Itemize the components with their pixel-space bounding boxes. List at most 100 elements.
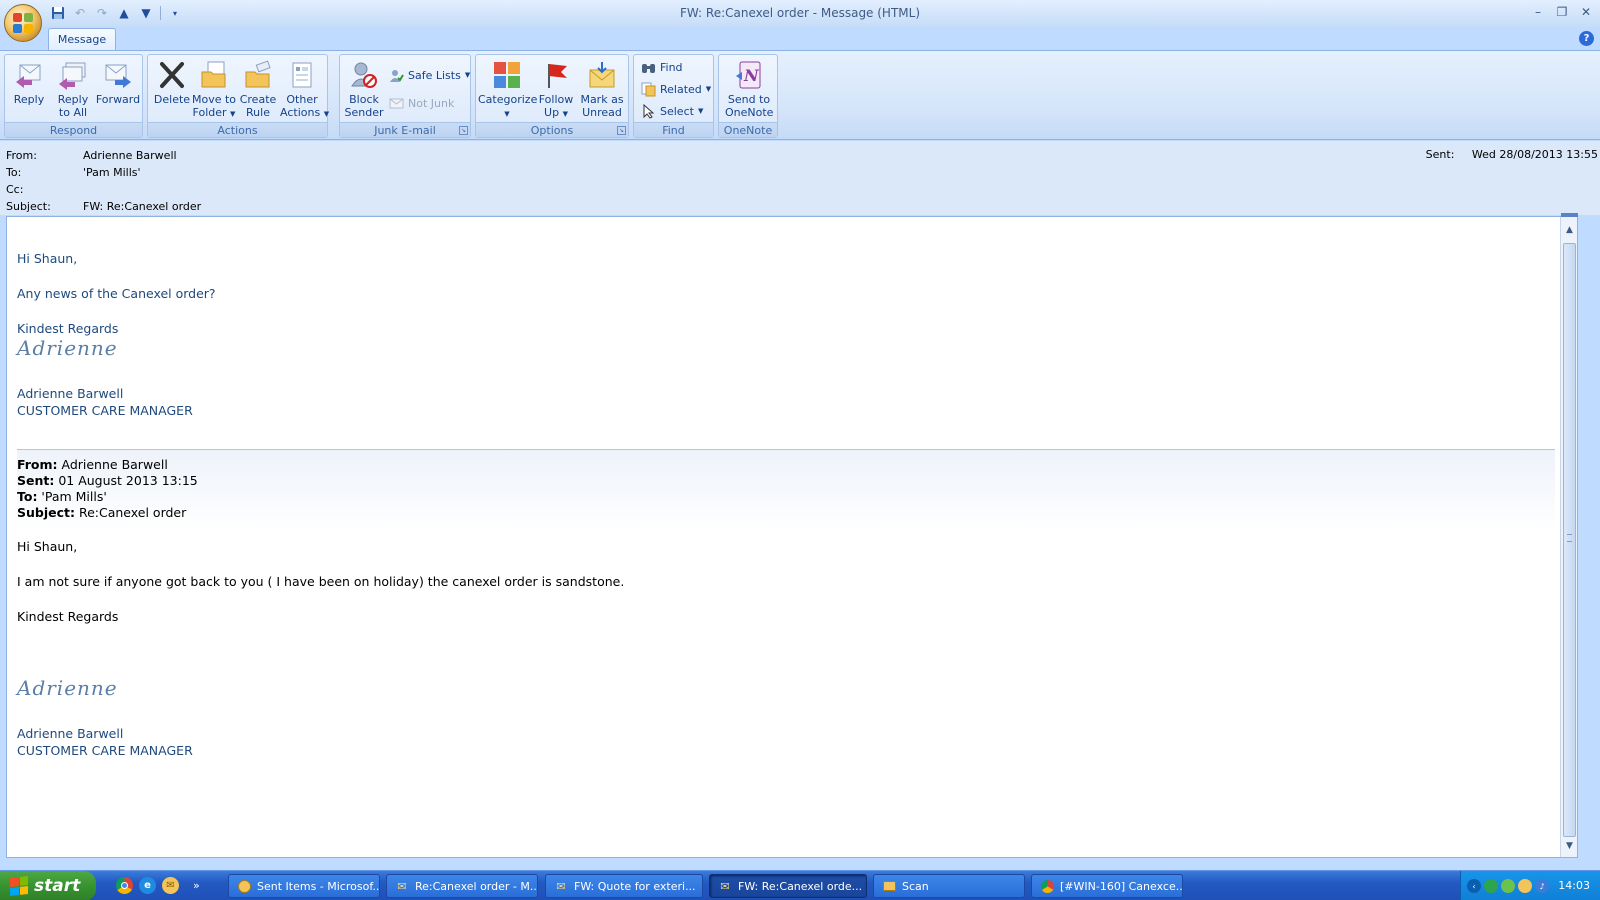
- other-actions-button[interactable]: Other Actions ▼: [280, 57, 329, 121]
- clock[interactable]: 14:03: [1558, 879, 1590, 892]
- quick-launch-more-icon[interactable]: »: [193, 879, 200, 892]
- not-junk-icon: [388, 95, 404, 111]
- move-to-folder-button[interactable]: Move to Folder ▼: [192, 57, 236, 121]
- taskbar-item-sent-items[interactable]: Sent Items - Microsof...: [228, 874, 380, 898]
- chevron-down-icon: ▼: [504, 110, 510, 118]
- outlook-icon[interactable]: ✉: [162, 877, 179, 894]
- orig-signature: Adrienne: [17, 676, 118, 700]
- forward-button[interactable]: Forward: [95, 57, 141, 121]
- scroll-thumb[interactable]: [1563, 243, 1576, 837]
- sent-row: Sent: Wed 28/08/2013 13:55: [1426, 148, 1598, 161]
- block-sender-icon: [348, 59, 380, 91]
- find-button[interactable]: Find: [640, 57, 683, 77]
- create-rule-icon: [242, 59, 274, 91]
- follow-up-button[interactable]: Follow Up ▼: [536, 57, 576, 121]
- envelope-icon: ✉: [556, 879, 566, 893]
- orig-line1: I am not sure if anyone got back to you …: [17, 574, 625, 589]
- task-label: FW: Quote for exteri...: [574, 879, 696, 893]
- taskbar-item-fw-re-canexel[interactable]: ✉ FW: Re:Canexel orde...: [709, 874, 867, 898]
- scroll-up-arrow-icon[interactable]: ▲: [1562, 223, 1577, 237]
- reply-all-button[interactable]: Reply to All: [51, 57, 95, 121]
- start-button[interactable]: start: [0, 871, 96, 900]
- orig-sender-title: CUSTOMER CARE MANAGER: [17, 743, 193, 758]
- delete-icon: [156, 59, 188, 91]
- send-to-onenote-button[interactable]: N Send to OneNote: [725, 57, 773, 121]
- outlook-tray-icon[interactable]: [1518, 879, 1532, 893]
- send-to-onenote-label-2: OneNote: [725, 106, 774, 119]
- envelope-icon: ✉: [720, 879, 730, 893]
- task-label: Re:Canexel order - M...: [415, 879, 538, 893]
- scroll-down-arrow-icon[interactable]: ▼: [1562, 839, 1577, 853]
- group-label-find: Find: [634, 122, 713, 137]
- binoculars-icon: [640, 59, 656, 75]
- orig-from-row: From: Adrienne Barwell: [17, 457, 168, 472]
- taskbar-item-fw-quote[interactable]: ✉ FW: Quote for exteri...: [545, 874, 703, 898]
- chevron-down-icon: ▼: [323, 110, 330, 118]
- mark-as-unread-button[interactable]: Mark as Unread: [578, 57, 626, 121]
- other-actions-label-2-text: Actions: [280, 106, 321, 119]
- reply-all-label-1: Reply: [57, 93, 89, 106]
- delete-button[interactable]: Delete: [150, 57, 194, 121]
- scroll-split-handle[interactable]: [1561, 213, 1578, 217]
- reply-all-label-2: to All: [58, 106, 88, 119]
- taskbar-item-win-160[interactable]: [#WIN-160] Canexce...: [1031, 874, 1183, 898]
- block-sender-label-2: Sender: [344, 106, 384, 119]
- follow-up-flag-icon: [540, 59, 572, 91]
- safe-lists-button[interactable]: Safe Lists ▼: [388, 65, 470, 85]
- window-title: FW: Re:Canexel order - Message (HTML): [679, 6, 921, 20]
- body-greeting: Hi Shaun,: [17, 251, 78, 266]
- ribbon-tab-strip: Message ?: [0, 28, 1600, 51]
- select-button[interactable]: Select ▼: [640, 101, 703, 121]
- vertical-scrollbar[interactable]: ▲ ▼: [1560, 213, 1578, 857]
- security-icon[interactable]: [1501, 879, 1515, 893]
- categorize-icon: [491, 59, 523, 91]
- body-regards: Kindest Regards: [17, 321, 119, 336]
- minimize-icon[interactable]: –: [1530, 4, 1546, 20]
- categorize-button[interactable]: Categorize ▼: [478, 57, 538, 121]
- task-label: [#WIN-160] Canexce...: [1060, 879, 1183, 893]
- orig-sent-row: Sent: 01 August 2013 13:15: [17, 473, 198, 488]
- to-label: To:: [6, 166, 22, 179]
- subject-row: Subject: FW: Re:Canexel order: [6, 199, 606, 215]
- restore-icon[interactable]: ❐: [1554, 4, 1570, 20]
- office-button[interactable]: [4, 4, 42, 42]
- tab-message[interactable]: Message: [48, 28, 116, 51]
- tray-expand-icon[interactable]: ‹: [1467, 879, 1481, 893]
- network-icon[interactable]: [1484, 879, 1498, 893]
- chevron-down-icon: ▼: [705, 85, 712, 93]
- categorize-caret: ▼: [478, 106, 536, 121]
- orig-from-value: Adrienne Barwell: [57, 457, 168, 472]
- internet-explorer-icon[interactable]: e: [139, 877, 156, 894]
- message-body[interactable]: Hi Shaun, Any news of the Canexel order?…: [6, 213, 1578, 858]
- from-value[interactable]: Adrienne Barwell: [83, 148, 177, 164]
- volume-icon[interactable]: ♪: [1535, 879, 1549, 893]
- taskbar-item-scan[interactable]: Scan: [873, 874, 1025, 898]
- block-sender-button[interactable]: Block Sender: [342, 57, 386, 121]
- related-button[interactable]: Related ▼: [640, 79, 711, 99]
- cc-row: Cc:: [6, 182, 606, 198]
- options-dialog-launcher-icon[interactable]: ↘: [617, 126, 626, 135]
- quoted-header-bg: [17, 450, 1555, 532]
- chrome-icon[interactable]: [116, 877, 133, 894]
- move-to-folder-label-2-text: Folder: [192, 106, 227, 119]
- cursor-arrow-icon: [640, 103, 656, 119]
- orig-from-label: From:: [17, 457, 58, 472]
- junk-email-dialog-launcher-icon[interactable]: ↘: [459, 126, 468, 135]
- orig-to-label: To:: [17, 489, 38, 504]
- taskbar-item-re-canexel[interactable]: ✉ Re:Canexel order - M...: [386, 874, 538, 898]
- categorize-label: Categorize: [478, 93, 538, 106]
- from-row: From: Adrienne Barwell: [6, 148, 606, 164]
- group-onenote: N Send to OneNote OneNote: [718, 54, 778, 138]
- subject-label: Subject:: [6, 200, 51, 213]
- close-icon[interactable]: ✕: [1578, 4, 1594, 20]
- group-label-junk-email: Junk E-mail: [340, 122, 470, 137]
- reply-button[interactable]: Reply: [7, 57, 51, 121]
- help-icon[interactable]: ?: [1579, 31, 1594, 46]
- not-junk-button[interactable]: Not Junk: [388, 93, 454, 113]
- create-rule-button[interactable]: Create Rule: [236, 57, 280, 121]
- office-logo-icon: [13, 13, 33, 33]
- other-actions-label-2: Actions ▼: [280, 106, 329, 121]
- body-sender-name: Adrienne Barwell: [17, 386, 124, 401]
- to-value[interactable]: 'Pam Mills': [83, 165, 141, 181]
- group-label-respond: Respond: [5, 122, 142, 137]
